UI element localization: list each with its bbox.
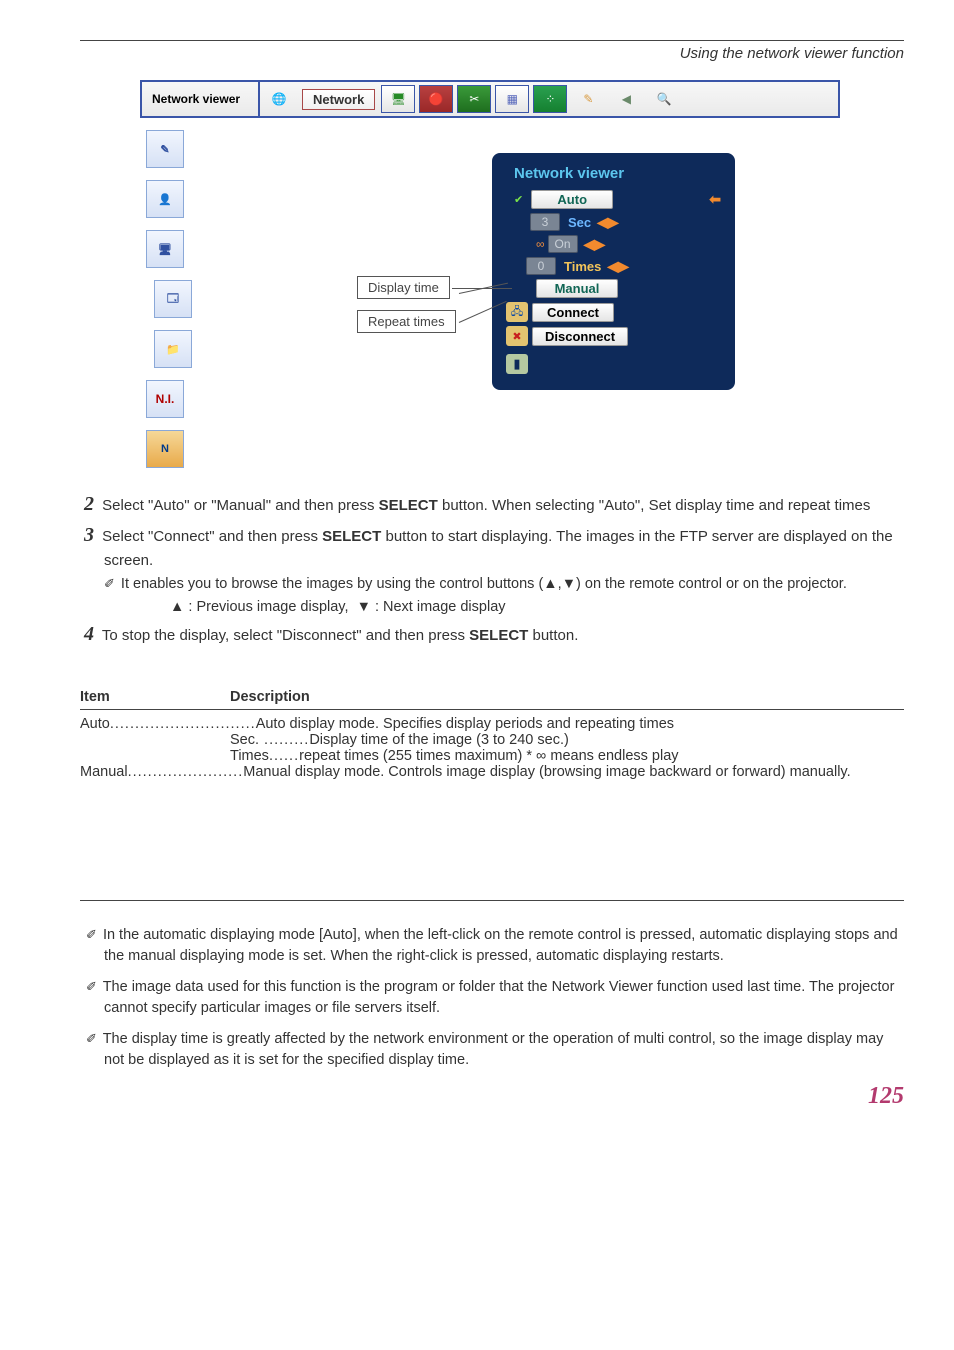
auto-button[interactable]: Auto <box>531 190 613 209</box>
icon-grid[interactable]: ▦ <box>495 85 529 113</box>
icon-search[interactable]: 🔍 <box>647 85 681 113</box>
network-viewer-panel: Network viewer ✔ Auto ⬅ 3 Sec ◀▶ ∞ O <box>492 153 735 390</box>
side-pen-icon[interactable]: ✎ <box>146 130 184 168</box>
icon-globe: 🌐 <box>262 85 296 113</box>
cell-manual-desc: Manual display mode. Controls image disp… <box>243 764 850 780</box>
times-label: Times <box>564 259 601 274</box>
cell-manual-label: Manual <box>80 764 128 780</box>
note-2: ✐ The image data used for this function … <box>80 977 904 1019</box>
side-n-icon[interactable]: N <box>146 430 184 468</box>
note-3: ✐ The display time is greatly affected b… <box>80 1029 904 1071</box>
step-3-note: ✐ It enables you to browse the images by… <box>80 574 904 595</box>
infinity-icon: ∞ <box>536 237 545 251</box>
steps-section: 2 Select "Auto" or "Manual" and then pre… <box>80 490 904 649</box>
icon-palette[interactable]: 🔴 <box>419 85 453 113</box>
cell-sec-desc: Display time of the image (3 to 240 sec.… <box>309 732 569 748</box>
row-times: Times......repeat times (255 times maxim… <box>80 748 904 764</box>
back-arrow-icon[interactable]: ⬅ <box>709 191 721 208</box>
step-3-keys: ▲ : Previous image display, ▼ : Next ima… <box>80 597 904 618</box>
row-sec: Sec. .........Display time of the image … <box>80 732 904 748</box>
side-icon-column: ✎ 👤 🖥 🗔 📁 N.I. N <box>140 118 202 480</box>
cell-times-label: Times <box>230 748 269 764</box>
check-icon: ✔ <box>514 193 523 206</box>
network-button[interactable]: Network <box>302 89 375 110</box>
icon-wand[interactable]: ✎ <box>571 85 605 113</box>
col-desc-header: Description <box>230 689 310 705</box>
side-display-icon[interactable]: 🖥 <box>146 230 184 268</box>
topbar-title: Network viewer <box>142 82 260 116</box>
side-folder-icon[interactable]: 📁 <box>154 330 192 368</box>
connect-button[interactable]: Connect <box>532 303 614 322</box>
on-value: On <box>548 235 578 253</box>
page-header: Using the network viewer function <box>80 45 904 62</box>
callout-repeat-times: Repeat times <box>357 310 456 333</box>
sec-arrows-icon[interactable]: ◀▶ <box>597 214 619 231</box>
icon-dice[interactable]: ⁘ <box>533 85 567 113</box>
times-arrows-icon[interactable]: ◀▶ <box>607 258 629 275</box>
panel-title: Network viewer <box>506 165 721 182</box>
disconnect-icon: ✖ <box>506 326 528 346</box>
row-auto: Auto.............................Auto di… <box>80 716 904 732</box>
cell-auto-desc: Auto display mode. Specifies display per… <box>256 716 674 732</box>
side-stack-icon[interactable]: 🗔 <box>154 280 192 318</box>
cell-sec-label: Sec. <box>230 732 259 748</box>
connect-icon: 🖧 <box>506 302 528 322</box>
sec-label: Sec <box>568 215 591 230</box>
col-item-header: Item <box>80 689 230 705</box>
note-1: ✐ In the automatic displaying mode [Auto… <box>80 925 904 967</box>
icon-tools[interactable]: ✂ <box>457 85 491 113</box>
on-arrows-icon[interactable]: ◀▶ <box>584 236 606 253</box>
side-person-icon[interactable]: 👤 <box>146 180 184 218</box>
page-number: 125 <box>868 1083 904 1109</box>
disconnect-button[interactable]: Disconnect <box>532 327 628 346</box>
description-table: Item Description Auto...................… <box>80 689 904 780</box>
footnotes: ✐ In the automatic displaying mode [Auto… <box>80 900 904 1071</box>
manual-button[interactable]: Manual <box>536 279 618 298</box>
screenshot-panel: Network viewer 🌐 Network 🖥 🔴 ✂ ▦ ⁘ ✎ ◀ 🔍… <box>140 80 840 480</box>
menu-topbar: Network viewer 🌐 Network 🖥 🔴 ✂ ▦ ⁘ ✎ ◀ 🔍 <box>140 80 840 118</box>
row-manual: Manual.......................Manual disp… <box>80 764 904 780</box>
step-2: 2 Select "Auto" or "Manual" and then pre… <box>80 490 904 519</box>
sec-value: 3 <box>530 213 560 231</box>
close-icon[interactable]: ▮ <box>506 354 528 374</box>
step-3: 3 Select "Connect" and then press SELECT… <box>80 521 904 572</box>
cell-times-desc: repeat times (255 times maximum) * ∞ mea… <box>299 748 678 764</box>
icon-monitor[interactable]: 🖥 <box>381 85 415 113</box>
callout-display-time: Display time <box>357 276 450 299</box>
side-ni-icon[interactable]: N.I. <box>146 380 184 418</box>
step-4: 4 To stop the display, select "Disconnec… <box>80 620 904 649</box>
side-n-label: N <box>161 443 169 455</box>
times-value: 0 <box>526 257 556 275</box>
cell-auto-label: Auto <box>80 716 110 732</box>
icon-back[interactable]: ◀ <box>609 85 643 113</box>
